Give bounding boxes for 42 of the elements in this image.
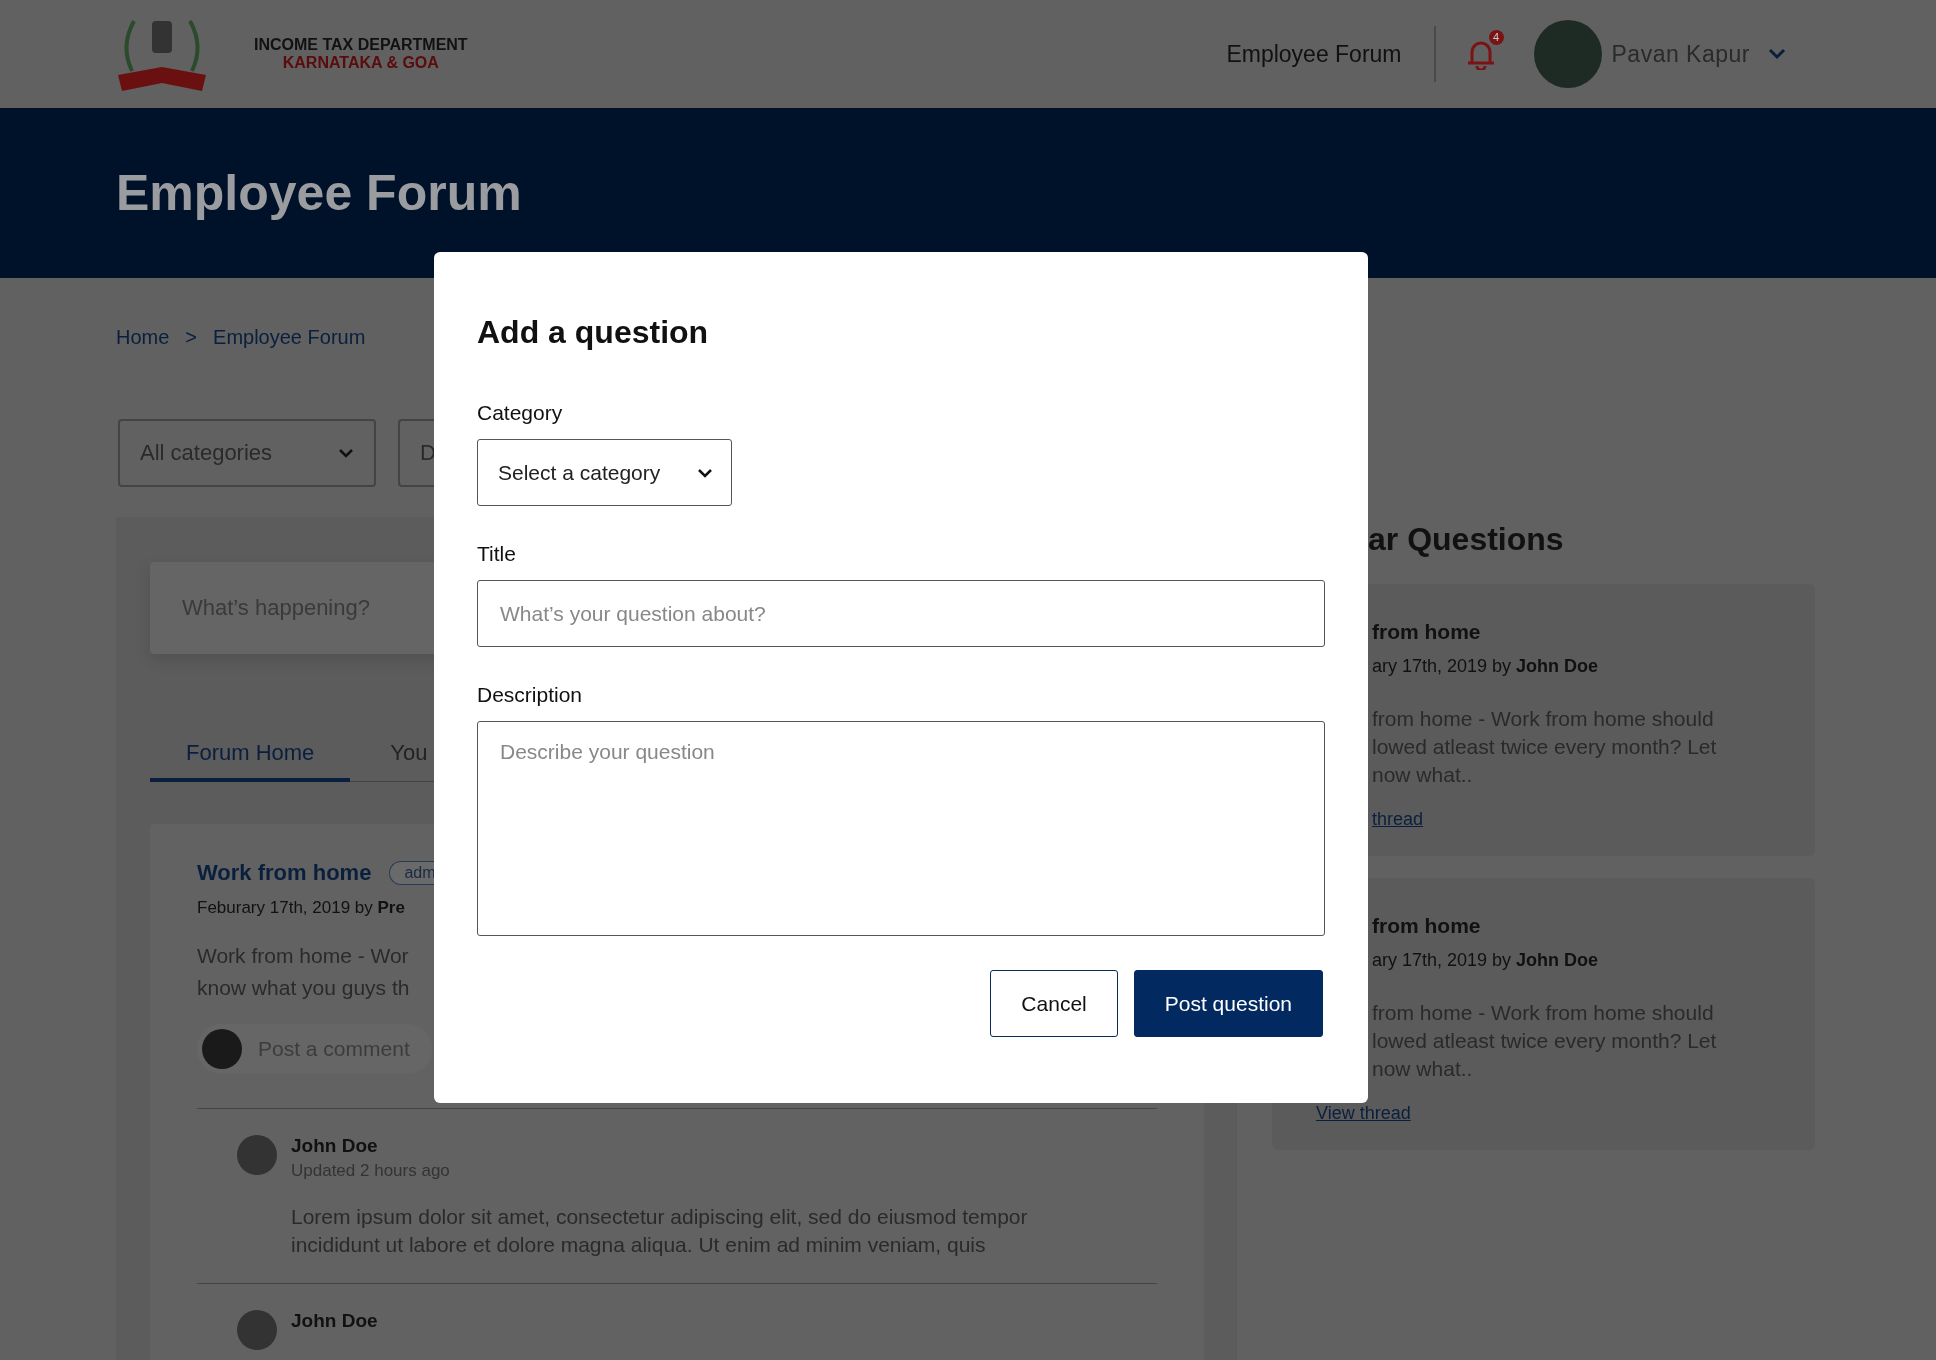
- logo-subtitle: KARNATAKA & GOA: [282, 54, 439, 72]
- tab[interactable]: Forum Home: [150, 740, 351, 782]
- breadcrumb-link[interactable]: Employee Forum: [213, 326, 366, 349]
- field-label: Description: [477, 683, 583, 707]
- modal-title: Add a question: [477, 314, 709, 351]
- tab[interactable]: You: [350, 740, 428, 782]
- comment-author: John Doe: [291, 1135, 379, 1157]
- user-name[interactable]: Pavan Kapur: [1611, 40, 1750, 68]
- breadcrumb-separator: >: [185, 326, 198, 349]
- category-select[interactable]: Select a category: [477, 439, 732, 506]
- post-question-button[interactable]: Post question: [1133, 970, 1323, 1037]
- post-text: Work from home - Wor: [197, 943, 409, 969]
- chevron-down-icon: [697, 467, 713, 478]
- view-thread-link[interactable]: View thread: [1316, 1103, 1411, 1124]
- question-meta: ary 17th, 2019 by John Doe: [1372, 950, 1600, 971]
- description-textarea[interactable]: Describe your question: [477, 721, 1325, 936]
- role-badge: adm: [389, 861, 436, 885]
- comment-author: John Doe: [291, 1310, 378, 1332]
- section-title: ar Questions: [1368, 521, 1565, 558]
- field-label: Title: [477, 542, 516, 566]
- avatar: [237, 1135, 277, 1175]
- post-title[interactable]: Work from home: [197, 860, 372, 886]
- question-title[interactable]: from home: [1372, 620, 1771, 644]
- nav-link[interactable]: Employee Forum: [1226, 40, 1402, 68]
- page-title: Employee Forum: [116, 164, 522, 222]
- view-thread-link[interactable]: thread: [1372, 809, 1424, 830]
- logo-title: INCOME TAX DEPARTMENT: [254, 36, 468, 54]
- title-input[interactable]: What’s your question about?: [477, 580, 1325, 647]
- question-title[interactable]: from home: [1372, 914, 1771, 938]
- field-label: Category: [477, 401, 563, 425]
- question-meta: ary 17th, 2019 by John Doe: [1372, 656, 1600, 677]
- avatar: [237, 1310, 277, 1350]
- post-text: know what you guys th: [197, 975, 410, 1001]
- cancel-button[interactable]: Cancel: [990, 970, 1118, 1037]
- filter-dropdown[interactable]: All categories: [118, 419, 376, 487]
- notification-badge: 4: [1488, 30, 1504, 45]
- avatar: [202, 1029, 242, 1069]
- breadcrumb-link[interactable]: Home: [116, 326, 170, 349]
- chevron-down-icon: [338, 448, 354, 458]
- post-meta: Feburary 17th, 2019 by Pre: [197, 898, 406, 918]
- chevron-down-icon[interactable]: [1768, 48, 1786, 60]
- comment-text: Lorem ipsum dolor sit amet, consectetur adipiscing elit, sed do eiusmod tempor incididunt ut labore et dolore magna aliqua. Ut enim ad minim veniam, quis: [291, 1204, 1028, 1258]
